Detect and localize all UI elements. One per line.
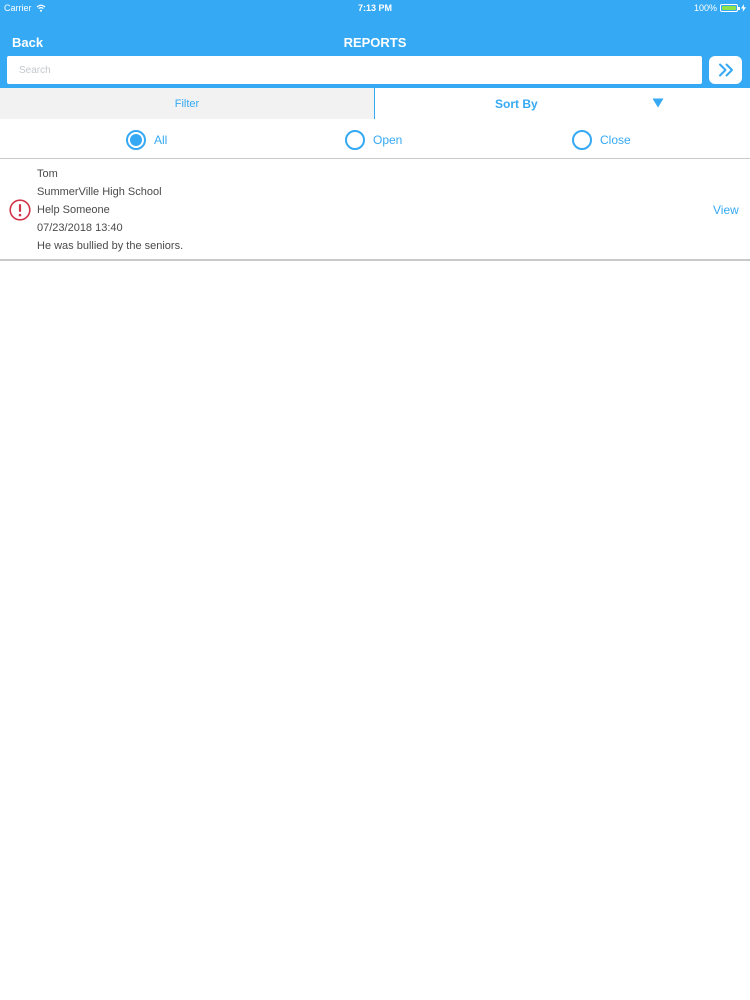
- report-name: Tom: [37, 168, 58, 180]
- status-radio-group: All Open Close: [0, 120, 750, 158]
- radio-open-circle: [345, 130, 365, 150]
- battery-percent: 100%: [693, 3, 717, 13]
- report-school: SummerVille High School: [37, 186, 162, 198]
- radio-close[interactable]: Close: [572, 130, 631, 150]
- radio-all-label: All: [154, 133, 168, 147]
- sort-by-label: Sort By: [495, 97, 538, 111]
- filter-tab[interactable]: Filter: [0, 88, 374, 119]
- report-datetime: 07/23/2018 13:40: [37, 222, 123, 234]
- report-category: Help Someone: [37, 204, 110, 216]
- page-title: REPORTS: [343, 35, 407, 50]
- search-go-button[interactable]: [709, 56, 742, 84]
- radio-all[interactable]: All: [126, 130, 167, 150]
- status-time: 7:13 PM: [357, 3, 392, 13]
- radio-all-circle: [126, 130, 146, 150]
- charging-bolt-icon: [741, 4, 746, 12]
- search-input[interactable]: [7, 56, 702, 84]
- radio-open[interactable]: Open: [345, 130, 402, 150]
- radio-selected-dot: [130, 134, 142, 146]
- status-bar: Carrier 7:13 PM 100%: [0, 0, 750, 16]
- alert-circle-icon: [9, 199, 31, 221]
- triangle-down-icon: [652, 98, 664, 108]
- report-list-item: Tom SummerVille High School Help Someone…: [0, 159, 750, 259]
- battery-icon: [720, 4, 740, 12]
- double-chevron-right-icon: [718, 63, 733, 77]
- radio-close-label: Close: [600, 133, 631, 147]
- view-report-link[interactable]: View: [713, 203, 739, 217]
- reports-screen: Carrier 7:13 PM 100% Back REPORTS Search…: [0, 0, 750, 1000]
- radio-close-circle: [572, 130, 592, 150]
- report-details: Tom SummerVille High School Help Someone…: [37, 165, 183, 255]
- filter-tab-label: Filter: [174, 97, 200, 110]
- sort-by-dropdown[interactable]: Sort By: [375, 88, 750, 119]
- header-bar: Carrier 7:13 PM 100% Back REPORTS: [0, 0, 750, 88]
- status-battery-group: 100%: [694, 3, 746, 13]
- radio-open-label: Open: [373, 133, 403, 147]
- list-bottom-divider: [0, 259, 750, 261]
- battery-level-fill: [722, 6, 736, 10]
- filter-sort-bar: Filter Sort By: [0, 88, 750, 119]
- report-description: He was bullied by the seniors.: [37, 240, 184, 252]
